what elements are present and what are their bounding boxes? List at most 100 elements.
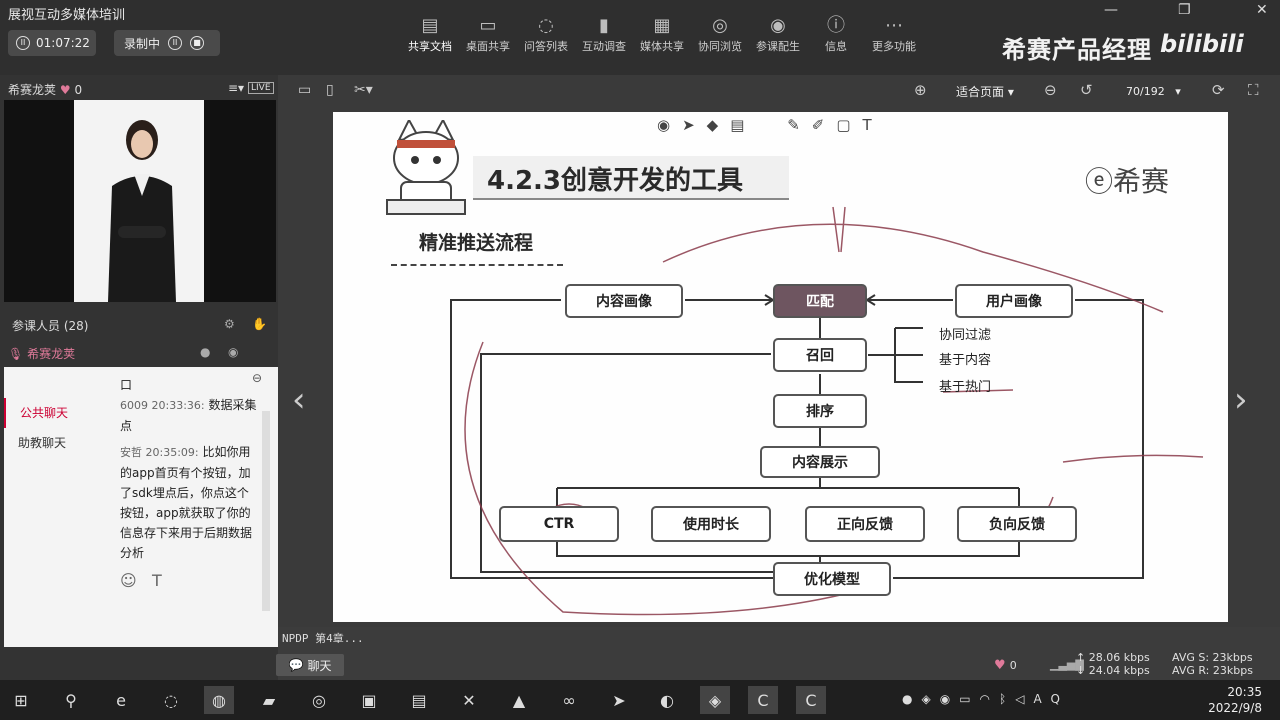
toolbar-browse-button[interactable]: ◎ 协同浏览 [692,14,748,54]
heart-icon[interactable]: ♥ [60,83,71,97]
toolbar-label: 互动调查 [582,40,626,53]
clock[interactable]: 20:35 2022/9/8 [1198,684,1262,716]
qa-icon: ◌ [538,15,554,36]
chat-messages: 口 6009 20:33:36: 数据采集点 安哲 20:35:09: 比如你用… [120,375,260,591]
text-format-icon[interactable]: T [152,571,162,590]
toolbar-survey-button[interactable]: ▮ 互动调查 [576,14,632,54]
link-icon[interactable]: ∞ [554,686,584,714]
tray-icon[interactable]: ◉ [940,692,959,706]
presenter-image [108,120,176,302]
recall-popular: 基于热门 [939,380,992,395]
toolbar-qa-button[interactable]: ◌ 问答列表 [518,14,574,54]
bluetooth-icon[interactable]: ᛒ [999,692,1015,706]
chat-message: 6009 20:33:36: 数据采集点 [120,398,257,433]
toolbar-info-button[interactable]: ⓘ 信息 [808,14,864,54]
stop-record-icon[interactable]: ■ [190,36,205,50]
toolbar-media-button[interactable]: ▦ 媒体共享 [634,14,690,54]
c-app-icon[interactable]: C [748,686,778,714]
folder-icon[interactable]: ▭ [298,82,311,98]
box-content-display: 内容展示 [760,446,880,478]
zoom-out-icon[interactable]: ⊖ [1044,81,1057,99]
meeting-app-icon[interactable]: ◈ [700,686,730,714]
toolbar-label: 协同浏览 [698,40,742,53]
search-icon[interactable]: ⚲ [56,686,86,714]
desktop-share-icon: ▭ [479,15,497,36]
timer-value: 01:07:22 [36,36,90,50]
chat-message: 安哲 20:35:09: 比如你用的app首页有个按钮，加了sdk埋点后，你点这… [120,445,253,560]
c-app-icon-2[interactable]: C [796,686,826,714]
q-tray-icon[interactable]: Q [1050,692,1068,706]
input-method-icon[interactable]: A [1033,692,1050,706]
recall-collaborative: 协同过滤 [939,328,992,343]
toolbar-more-button[interactable]: ⋯ 更多功能 [866,14,922,54]
volume-icon[interactable]: ◁ [1015,692,1033,706]
document-taskbar-icon[interactable]: ▤ [404,686,434,714]
page-number[interactable]: 70/192 ▾ [1126,85,1181,98]
tab-assistant-chat[interactable]: 助教聊天 [4,428,74,458]
box-negative-feedback: 负向反馈 [957,506,1077,542]
edge-icon[interactable]: e [106,686,136,714]
zoom-in-icon[interactable]: ⊕ [914,81,927,99]
toolbar-document-button[interactable]: ▤ 共享文档 [402,14,458,54]
left-panel: 希赛龙荚 ♥ 0 ≡▾ LIVE 参课人员 (28) ⚙ ✋ 🎙 希赛龙荚 ● … [0,75,278,680]
more-icon: ⋯ [885,15,903,36]
attendees-count: 参课人员 (28) [12,319,89,333]
document-icon: ▤ [421,15,439,36]
record-status[interactable]: 录制中 II ■ [114,30,220,56]
close-icon[interactable]: ✕ [1256,2,1268,18]
qq-browser-icon[interactable]: ◎ [304,686,334,714]
chat-tray-icon[interactable]: ▭ [959,692,979,706]
prev-page-icon[interactable]: ‹ [292,380,306,420]
current-speaker: 🎙 希赛龙荚 [8,345,75,362]
box-user-profile: 用户画像 [955,284,1073,318]
box-recall: 召回 [773,338,867,372]
camera-icon[interactable]: ◉ [228,345,238,359]
file-icon[interactable]: ▯ [326,82,334,98]
speaker-icon: 🎙 [8,347,24,361]
fullscreen-icon[interactable]: ⛶ [1248,81,1259,99]
chat-tabs: 公共聊天 助教聊天 [4,398,74,458]
windows-start-icon[interactable]: ⊞ [6,686,36,714]
toolbar-desktop-share-button[interactable]: ▭ 桌面共享 [460,14,516,54]
emoji-icon[interactable]: ☺ [120,571,137,590]
toolbar-label: 信息 [825,40,847,53]
timer[interactable]: II 01:07:22 [8,30,96,56]
shield-icon[interactable]: ◈ [921,692,939,706]
bilibili-logo: bilibili [1160,30,1244,58]
browser-icon[interactable]: ◌ [156,686,186,714]
collapse-icon[interactable]: ⊖ [252,371,262,385]
settings-icon[interactable]: ⚙ [224,317,235,331]
zoom-select[interactable]: 适合页面 ▾ [956,83,1014,100]
pause-icon: II [16,36,30,50]
chat-button[interactable]: 💬 聊天 [276,654,344,676]
minimize-icon[interactable]: — [1104,2,1118,18]
next-page-icon[interactable]: › [1234,380,1248,420]
arrow-taskbar-icon[interactable]: ➤ [604,686,634,714]
tools-icon[interactable]: ✕ [454,686,484,714]
toolbar-label: 更多功能 [872,40,916,53]
tab-public-chat[interactable]: 公共聊天 [4,398,74,428]
toolbar-users-button[interactable]: ◉ 参课配生 [750,14,806,54]
menu-icon[interactable]: ≡▾ [228,81,244,95]
speaker-name: 希赛龙荚 [27,347,76,361]
notes-icon[interactable]: ▰ [254,686,284,714]
toolbar-label: 参课配生 [756,40,800,53]
pause-record-icon[interactable]: II [168,36,183,50]
app-icon-active[interactable]: ◍ [204,686,234,714]
refresh-icon[interactable]: ⟳ [1212,81,1225,99]
tray-app-icon[interactable]: ● [902,692,921,706]
scissors-icon[interactable]: ✂▾ [354,82,373,98]
chat-scrollbar[interactable] [262,411,270,611]
like-icon[interactable]: ♥ 0 [994,658,1017,673]
shirt-icon[interactable]: ▲ [504,686,534,714]
restore-icon[interactable]: ❐ [1178,2,1191,18]
globe-icon[interactable]: ◐ [652,686,682,714]
wifi-icon[interactable]: ◠ [980,692,999,706]
chat-icon: 💬 [288,658,304,672]
video-feed [4,100,276,302]
mic-icon[interactable]: ● [200,345,210,359]
box-usage-duration: 使用时长 [651,506,771,542]
hand-icon[interactable]: ✋ [252,317,267,331]
rotate-icon[interactable]: ↺ [1080,81,1093,99]
folder-taskbar-icon[interactable]: ▣ [354,686,384,714]
